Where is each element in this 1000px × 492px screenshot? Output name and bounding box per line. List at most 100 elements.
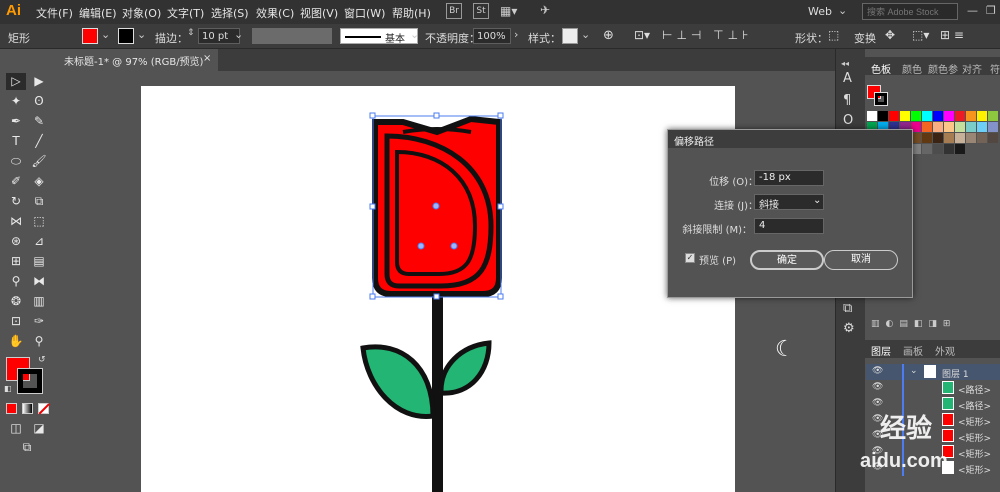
visibility-eye-icon[interactable]: 👁 <box>872 398 883 408</box>
magic-wand-tool-icon[interactable]: ✦ <box>6 93 26 110</box>
color-swatch[interactable] <box>966 133 976 143</box>
direct-selection-tool-icon[interactable]: ▶ <box>29 73 49 90</box>
hand-tool-icon[interactable]: ✋ <box>6 333 26 350</box>
color-swatch[interactable] <box>922 122 932 132</box>
select-similar-icon[interactable]: ⬚▾ <box>912 28 929 42</box>
menu-type[interactable]: 文字(T) <box>167 5 204 21</box>
eraser-tool-icon[interactable]: ◈ <box>29 173 49 190</box>
bridge-button[interactable]: Br <box>446 3 462 19</box>
stock-button[interactable]: St <box>473 3 489 19</box>
shaper-tool-icon[interactable]: ✐ <box>6 173 26 190</box>
panel-menu-icon[interactable]: ⊞ ≡ <box>940 28 964 42</box>
color-swatch[interactable] <box>955 133 965 143</box>
maximize-button[interactable]: ❐ <box>986 4 996 17</box>
color-swatch[interactable] <box>988 133 998 143</box>
selection-tool-icon[interactable]: ▷ <box>6 73 26 90</box>
color-swatch[interactable] <box>988 122 998 132</box>
shape-builder-tool-icon[interactable]: ⊛ <box>6 233 26 250</box>
color-swatch[interactable] <box>922 144 932 154</box>
color-swatch[interactable] <box>933 144 943 154</box>
free-transform-tool-icon[interactable]: ⬚ <box>29 213 49 230</box>
isolate-icon[interactable]: ✥ <box>885 28 895 42</box>
gradient-tool-icon[interactable]: ▤ <box>29 253 49 270</box>
layer-row[interactable]: 👁 ⌄ 图层 1 <box>866 364 1000 380</box>
draw-inside-icon[interactable]: ◪ <box>29 420 49 437</box>
tab-swatches[interactable]: 色板 <box>871 61 891 76</box>
chevron-down-icon[interactable]: ⌄ <box>581 28 590 41</box>
tab-artboards[interactable]: 画板 <box>903 343 923 358</box>
ok-button[interactable]: 确定 <box>750 250 824 270</box>
menu-view[interactable]: 视图(V) <box>300 5 338 21</box>
gpu-performance-icon[interactable]: ✈ <box>540 3 550 17</box>
color-swatch[interactable] <box>867 111 877 121</box>
tab-layers[interactable]: 图层 <box>871 343 891 358</box>
tab-color-guide[interactable]: 颜色参 <box>928 61 958 76</box>
color-swatch[interactable] <box>922 111 932 121</box>
ellipse-tool-icon[interactable]: ⬭ <box>6 153 26 170</box>
menu-effect[interactable]: 效果(C) <box>256 5 294 21</box>
paragraph-panel-icon[interactable]: ¶ <box>843 93 851 108</box>
menu-object[interactable]: 对象(O) <box>122 5 161 21</box>
artboard[interactable] <box>141 86 735 492</box>
color-swatch[interactable] <box>955 122 965 132</box>
opacity-field[interactable]: 100% <box>473 28 511 44</box>
cancel-button[interactable]: 取消 <box>824 250 898 270</box>
mesh-tool-icon[interactable]: ⊞ <box>6 253 26 270</box>
transform-label[interactable]: 变换 <box>854 30 876 46</box>
chevron-down-icon[interactable]: ⌄ <box>910 366 918 376</box>
blend-tool-icon[interactable]: ⧓ <box>29 273 49 290</box>
color-swatch[interactable] <box>977 133 987 143</box>
visibility-eye-icon[interactable]: 👁 <box>872 382 883 392</box>
menu-help[interactable]: 帮助(H) <box>392 5 431 21</box>
type-tool-icon[interactable]: T <box>6 133 26 150</box>
chevron-down-icon[interactable]: ⌄ <box>838 4 847 17</box>
color-swatch[interactable] <box>944 111 954 121</box>
pen-tool-icon[interactable]: ✒ <box>6 113 26 130</box>
corner-icon[interactable]: ⬚ <box>828 28 839 42</box>
screen-mode-icon[interactable]: ⧉ <box>17 439 37 456</box>
slice-tool-icon[interactable]: ✑ <box>29 313 49 330</box>
graphic-style-swatch[interactable] <box>562 28 578 44</box>
color-swatch[interactable] <box>944 144 954 154</box>
chevron-down-icon[interactable]: ⌄ <box>101 28 110 41</box>
collapse-icon[interactable]: ◂◂ <box>841 59 849 68</box>
color-swatch[interactable] <box>933 122 943 132</box>
chevron-down-icon[interactable]: ⌄ <box>410 28 419 41</box>
opentype-panel-icon[interactable]: O <box>843 113 853 128</box>
close-icon[interactable]: × <box>203 53 211 64</box>
color-swatch[interactable] <box>944 122 954 132</box>
chevron-right-icon[interactable]: › <box>514 28 518 41</box>
rotate-tool-icon[interactable]: ↻ <box>6 193 26 210</box>
brush-definition[interactable]: 基本 <box>340 28 418 45</box>
fill-swatch[interactable] <box>82 28 98 44</box>
paintbrush-tool-icon[interactable]: 🖌 <box>29 153 49 170</box>
visibility-eye-icon[interactable]: 👁 <box>872 366 883 376</box>
layer-row[interactable]: 👁 <路径> <box>866 380 1000 396</box>
color-swatch[interactable] <box>966 122 976 132</box>
stroke-swatch[interactable] <box>118 28 134 44</box>
color-swatch[interactable] <box>955 144 965 154</box>
settings-gear-icon[interactable]: ⚙ <box>843 321 855 336</box>
swap-colors-icon[interactable]: ↺ <box>38 355 46 365</box>
menu-window[interactable]: 窗口(W) <box>344 5 385 21</box>
color-swatch[interactable] <box>944 133 954 143</box>
perspective-grid-tool-icon[interactable]: ⊿ <box>29 233 49 250</box>
color-swatch[interactable] <box>900 111 910 121</box>
lasso-tool-icon[interactable]: ʘ <box>29 93 49 110</box>
artboard-tool-icon[interactable]: ⊡ <box>6 313 26 330</box>
chevron-down-icon[interactable]: ⌄ <box>234 28 243 41</box>
color-swatch[interactable] <box>911 111 921 121</box>
color-swatch[interactable] <box>966 111 976 121</box>
color-swatch[interactable] <box>922 133 932 143</box>
current-stroke-swatch[interactable] <box>874 92 888 106</box>
align-to-icon[interactable]: ⊡▾ <box>634 28 650 42</box>
line-tool-icon[interactable]: ╱ <box>29 133 49 150</box>
tab-align[interactable]: 对齐 <box>962 61 982 76</box>
color-swatch[interactable] <box>977 111 987 121</box>
offset-input[interactable]: -18 px <box>754 170 824 186</box>
recolor-icon[interactable]: ⊕ <box>603 28 614 43</box>
color-swatch[interactable] <box>977 122 987 132</box>
color-swatch[interactable] <box>878 111 888 121</box>
draw-normal-icon[interactable]: ◫ <box>6 420 26 437</box>
tab-symbols[interactable]: 符 <box>990 61 1000 76</box>
